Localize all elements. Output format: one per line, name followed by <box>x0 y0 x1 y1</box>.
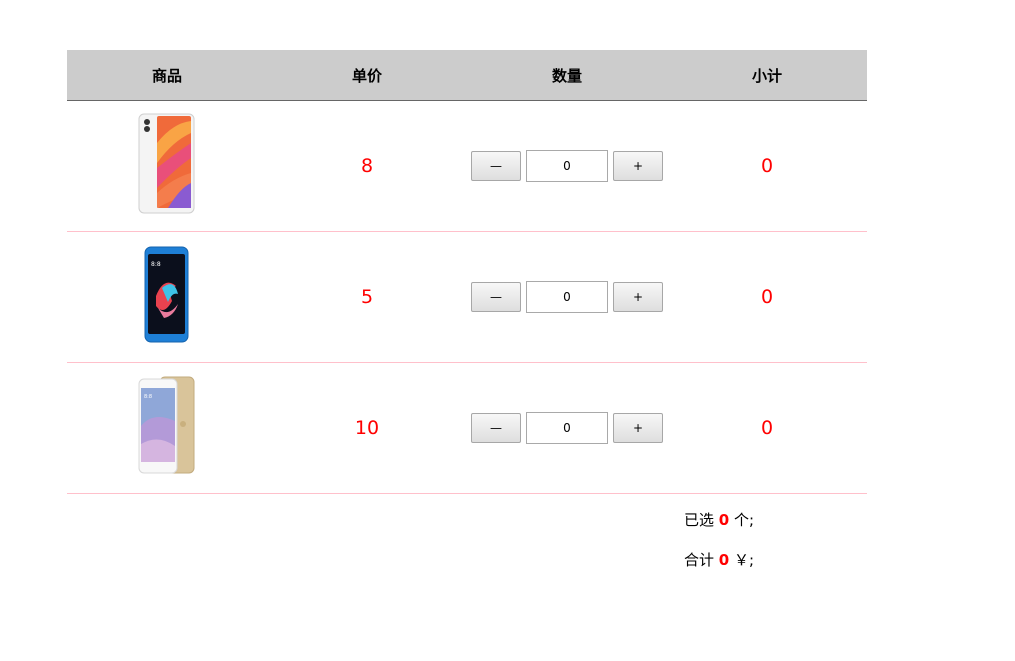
subtotal-value: 0 <box>760 155 774 177</box>
svg-text:8:8: 8:8 <box>144 394 152 400</box>
decrease-button[interactable]: — <box>471 151 521 181</box>
subtotal-cell: 0 <box>667 231 867 363</box>
price-cell: 10 <box>267 362 467 494</box>
price-cell: 5 <box>267 231 467 363</box>
unit-price: 8 <box>360 155 374 177</box>
increase-button[interactable]: + <box>613 151 663 181</box>
svg-text:8:8: 8:8 <box>151 261 161 268</box>
quantity-input[interactable] <box>526 150 608 182</box>
header-price: 单价 <box>267 50 467 101</box>
product-cell <box>67 100 267 232</box>
quantity-stepper: — + <box>471 281 663 313</box>
quantity-cell: — + <box>467 100 667 232</box>
gold-smartphone-icon: 8:8 <box>138 376 196 480</box>
unit-price: 10 <box>354 417 380 439</box>
selected-count: 0 <box>718 511 730 529</box>
blue-smartphone-icon: 8:8 <box>144 246 190 348</box>
quantity-stepper: — + <box>471 412 663 444</box>
header-quantity: 数量 <box>467 50 667 101</box>
product-cell: 8:8 <box>67 231 267 363</box>
table-row: 8:8 5 — + 0 <box>67 231 867 363</box>
selected-label: 已选 <box>684 511 715 529</box>
price-cell: 8 <box>267 100 467 232</box>
product-cell: 8:8 <box>67 362 267 494</box>
cart-table: 商品 单价 数量 小计 8 — 0 + 0 8:8 5 — 0 + 0 8:8 … <box>67 50 867 494</box>
decrease-button[interactable]: — <box>471 413 521 443</box>
white-smartphone-icon <box>138 113 196 219</box>
quantity-cell: — + <box>467 231 667 363</box>
increase-button[interactable]: + <box>613 282 663 312</box>
quantity-input[interactable] <box>526 281 608 313</box>
subtotal-value: 0 <box>760 286 774 308</box>
increase-button[interactable]: + <box>613 413 663 443</box>
header-subtotal: 小计 <box>667 50 867 101</box>
subtotal-cell: 0 <box>667 100 867 232</box>
total-currency: ￥; <box>734 551 755 569</box>
total-label: 合计 <box>684 551 715 569</box>
total-line: 合计 0 ￥; <box>684 549 754 570</box>
selected-unit: 个; <box>734 511 755 529</box>
decrease-button[interactable]: — <box>471 282 521 312</box>
table-row: 8:8 10 — + 0 <box>67 362 867 494</box>
total-amount: 0 <box>718 551 730 569</box>
subtotal-cell: 0 <box>667 362 867 494</box>
quantity-cell: — + <box>467 362 667 494</box>
table-row: 8 — + 0 <box>67 100 867 232</box>
quantity-stepper: — + <box>471 150 663 182</box>
subtotal-value: 0 <box>760 417 774 439</box>
quantity-input[interactable] <box>526 412 608 444</box>
table-header-row: 商品 单价 数量 小计 <box>67 50 867 101</box>
header-goods: 商品 <box>67 50 267 101</box>
unit-price: 5 <box>360 286 374 308</box>
selected-count-line: 已选 0 个; <box>684 509 754 530</box>
